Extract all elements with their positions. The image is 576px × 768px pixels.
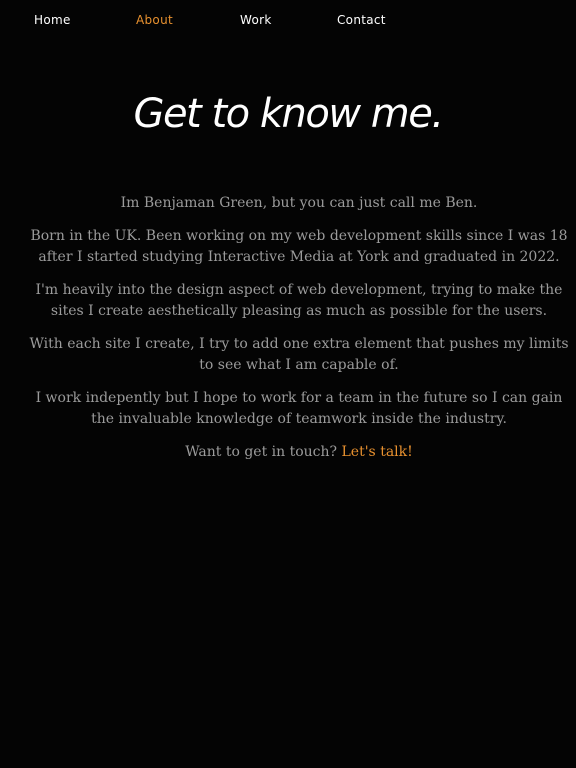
about-paragraph-intro: Im Benjaman Green, but you can just call… [120,195,478,211]
top-navigation: Home About Work Contact [0,0,576,40]
nav-link-about[interactable]: About [136,12,173,28]
lets-talk-link[interactable]: Let's talk! [342,444,413,460]
contact-cta: Want to get in touch? Let's talk! [28,442,570,463]
page-title: Get to know me. [133,91,444,137]
nav-link-contact[interactable]: Contact [337,12,386,28]
nav-link-home[interactable]: Home [34,12,71,28]
about-paragraph-design: I'm heavily into the design aspect of we… [35,282,563,319]
about-paragraph-goals: With each site I create, I try to add on… [29,336,569,373]
about-paragraph-teamwork: I work indepently but I hope to work for… [35,390,563,427]
about-paragraph-background: Born in the UK. Been working on my web d… [30,228,568,265]
nav-link-work[interactable]: Work [240,12,272,28]
contact-cta-prompt: Want to get in touch? [185,444,338,460]
about-content: Im Benjaman Green, but you can just call… [28,193,570,475]
